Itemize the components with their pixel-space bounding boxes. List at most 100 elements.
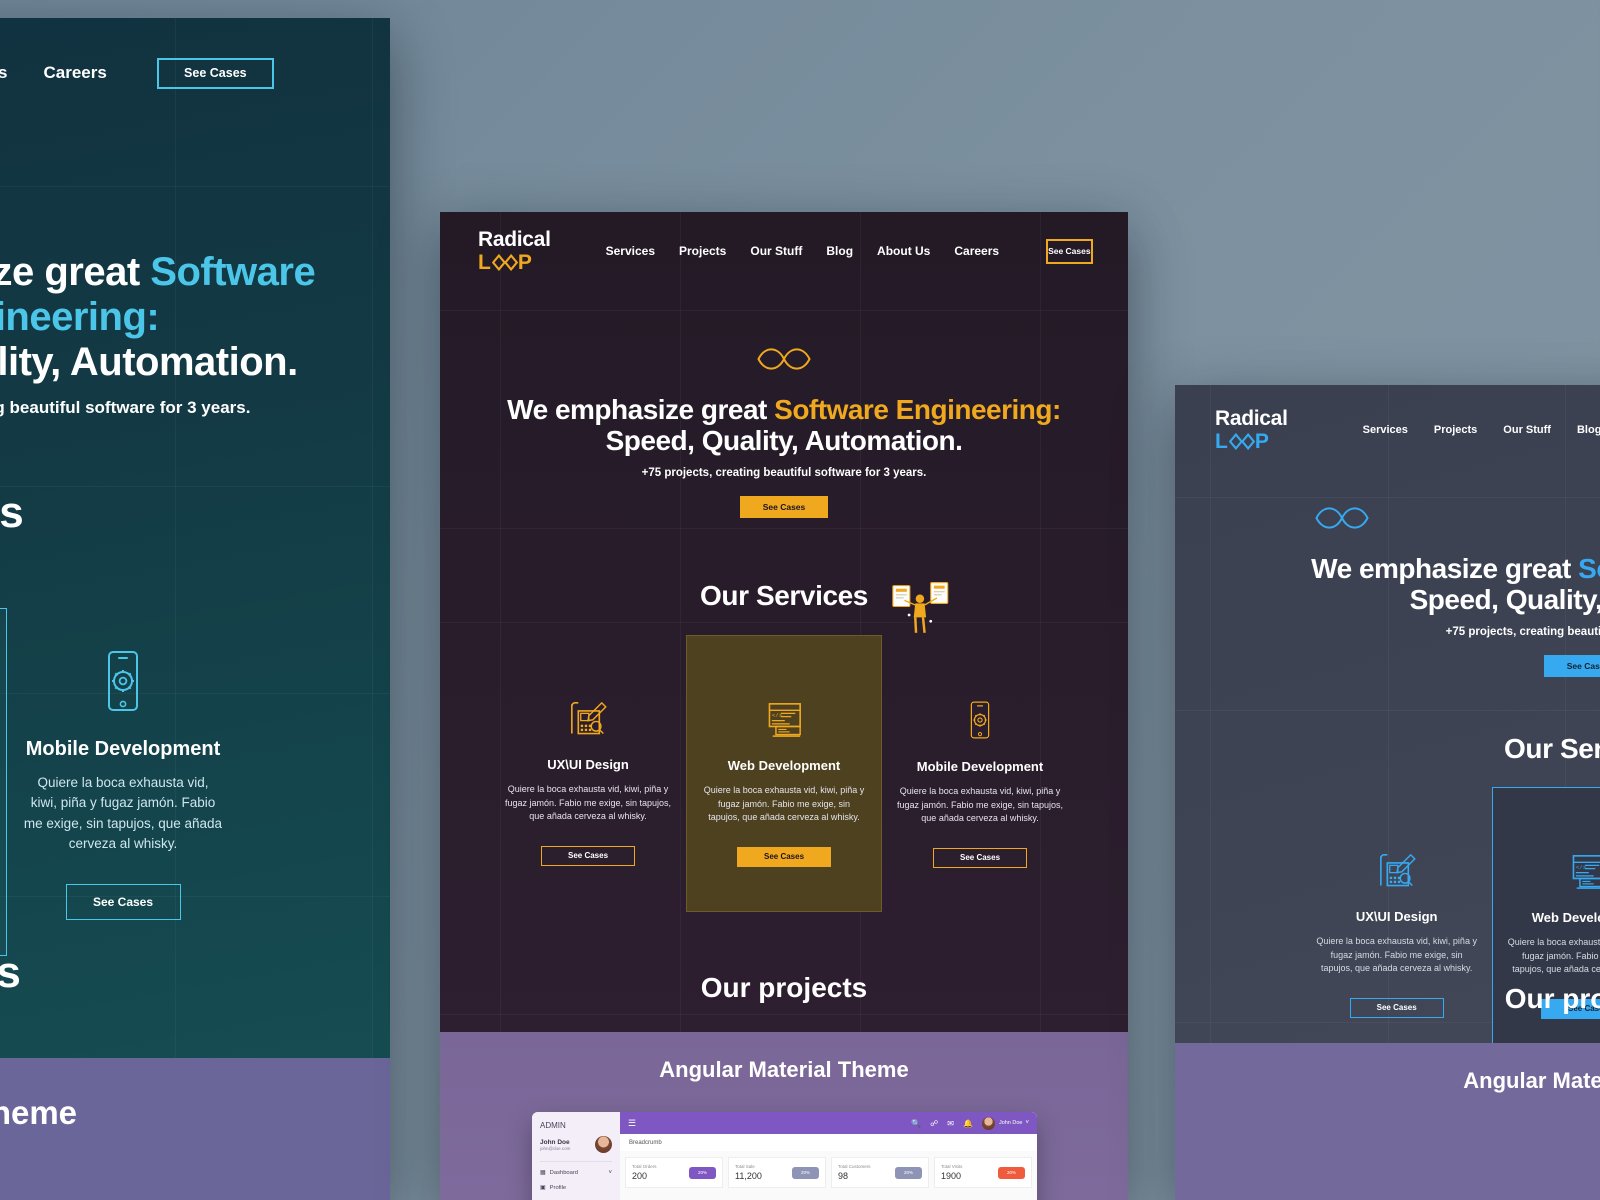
service-card-cta-web-dev[interactable]: See Cases	[737, 846, 831, 867]
services-title-center: Our Services	[700, 580, 868, 611]
dashboard-user-email: john@doe.com	[540, 1145, 571, 1151]
nav-link-careers[interactable]: Careers	[954, 244, 999, 258]
kpi-card[interactable]: Total Customers 98 20%	[831, 1157, 929, 1188]
kpi-label: Total Customers	[838, 1164, 871, 1169]
double-diamond-loop-icon	[491, 254, 518, 271]
service-card-web-dev-center[interactable]: </> Web Development Quiere la boca exhau…	[686, 635, 882, 912]
nav-link-blog[interactable]: Blog	[1577, 424, 1600, 436]
service-card-body: Quiere la boca exhausta vid, kiwi, piña …	[896, 786, 1064, 823]
dashboard-user-name: John Doe	[540, 1138, 570, 1146]
hero-title-part1: We emphasize great	[1311, 553, 1579, 584]
logo-line2: L P	[1215, 431, 1288, 452]
service-card-mobile-dev-left[interactable]: Mobile Development Quiere la boca exhaus…	[7, 608, 240, 956]
hero-subtitle-left: +75 projects, creating beautiful softwar…	[0, 398, 251, 418]
service-card-body: Quiere la boca exhausta vid, kiwi, piña …	[23, 775, 223, 851]
kpi-card[interactable]: Total Visits 1900 20%	[934, 1157, 1032, 1188]
services-cards-left: UX\UI Design Web Development Quiere la b…	[0, 608, 390, 956]
service-card-ux-ui-center[interactable]: UX\UI Design Quiere la boca exhausta vid…	[490, 651, 686, 912]
service-card-cta-mobile-dev[interactable]: See Cases	[933, 847, 1027, 868]
service-card-cta-ux-ui[interactable]: See Cases	[541, 845, 635, 866]
search-icon[interactable]: 🔍	[911, 1119, 921, 1128]
hero-title-line2: Speed, Quality, Automation.	[0, 339, 298, 384]
logo-right-letter: P	[517, 251, 533, 274]
nav-link-careers[interactable]: Careers	[44, 63, 107, 83]
kpi-badge: 20%	[895, 1166, 922, 1179]
services-title-right: Our Services	[1504, 733, 1600, 764]
nav-link-about-us[interactable]: About Us	[0, 63, 8, 83]
nav-cta-label: See Cases	[1048, 246, 1091, 256]
service-card-title: UX\UI Design	[1355, 909, 1438, 924]
hero-cta-label: See Cases	[762, 501, 806, 512]
nav-link-projects[interactable]: Projects	[1434, 424, 1477, 436]
service-card-body: Quiere la boca exhausta vid, kiwi, piña …	[1316, 936, 1477, 973]
logo-right[interactable]: Radical L P	[1215, 408, 1288, 452]
avatar[interactable]	[981, 1116, 995, 1130]
hero-left: We emphasize great Software Engineering:…	[0, 178, 390, 478]
mail-icon[interactable]: ✉	[947, 1119, 954, 1128]
person-holding-cards-illustration-center	[892, 582, 949, 633]
preview-panel-left[interactable]: Radical L P Blog About Us Careers See Ca…	[0, 18, 390, 1200]
bell-icon[interactable]: 🔔	[963, 1119, 973, 1128]
service-card-body: Quiere la boca exhausta vid, kiwi, piña …	[703, 785, 865, 822]
dashboard-main-center: ☰ 🔍 ☍ ✉ 🔔 John Doe ˅ Breadcrumb Total Or…	[620, 1112, 1037, 1200]
avatar[interactable]	[595, 1136, 612, 1153]
nav-cta-see-cases-left[interactable]: See Cases	[156, 57, 274, 89]
cast-icon[interactable]: ☍	[930, 1119, 938, 1128]
logo-left-letter: L	[478, 251, 492, 274]
service-card-mobile-dev-center[interactable]: Mobile Development Quiere la boca exhaus…	[882, 651, 1078, 912]
chevron-down-icon: ˅	[1025, 1120, 1029, 1126]
sidebar-item-profile[interactable]: ▣ Profile	[540, 1184, 612, 1192]
dashboard-breadcrumb: Breadcrumb	[620, 1134, 1037, 1151]
nav-cta-see-cases-center[interactable]: See Cases	[1046, 238, 1093, 264]
dashboard-sidebar-center: ADMIN John Doe john@doe.com ▦ Dashboard	[532, 1112, 620, 1200]
dashboard-mock-center[interactable]: ADMIN John Doe john@doe.com ▦ Dashboard	[532, 1112, 1037, 1200]
nav-link-blog[interactable]: Blog	[826, 244, 853, 258]
hero-title-line2: Speed, Quality, Automation.	[605, 425, 963, 457]
service-card-ux-ui-right[interactable]: UX\UI Design Quiere la boca exhausta vid…	[1301, 803, 1492, 1064]
hero-cta-label: See Cases	[1566, 660, 1600, 671]
nav-link-services[interactable]: Services	[606, 244, 655, 258]
preview-panel-center[interactable]: Radical L P Services Projects Our Stuff …	[440, 212, 1128, 1200]
service-card-title: Mobile Development	[25, 738, 221, 760]
hero-subtitle-right: +75 projects, creating beautiful softwar…	[1445, 625, 1600, 638]
phone-gear-icon-center	[970, 701, 990, 739]
logo-center[interactable]: Radical L P	[478, 229, 551, 273]
hero-right: We emphasize great Software Engineering:…	[1175, 497, 1600, 677]
services-cards-right: UX\UI Design Quiere la boca exhausta vid…	[1301, 787, 1600, 1064]
nav-link-our-stuff[interactable]: Our Stuff	[1503, 424, 1551, 436]
nav-link-projects[interactable]: Projects	[679, 244, 726, 258]
hero-title-right: We emphasize great Software Engineering:…	[1301, 553, 1600, 616]
nav-link-about-us[interactable]: About Us	[877, 244, 930, 258]
nav-link-services[interactable]: Services	[1363, 424, 1408, 436]
logo-right-letter: P	[1254, 430, 1270, 453]
hamburger-icon[interactable]: ☰	[628, 1118, 636, 1129]
service-card-web-dev-right[interactable]: </> Web Development Quiere la boca exhau…	[1492, 787, 1600, 1064]
monitor-icon: ▣	[540, 1185, 546, 1191]
breadcrumb: Breadcrumb	[629, 1139, 662, 1146]
service-card-cta-label: See Cases	[567, 851, 609, 860]
preview-panel-right[interactable]: Radical L P Services Projects Our Stuff …	[1175, 385, 1600, 1200]
hero-title-part1: We emphasize great	[507, 394, 775, 425]
kpi-card[interactable]: Total Orders 200 20%	[625, 1157, 723, 1188]
projects-right: Our projects Angular Material Theme	[1175, 983, 1600, 1200]
hero-cta-see-cases-center[interactable]: See Cases	[740, 495, 828, 518]
kpi-card[interactable]: Total Sale 11,200 20%	[728, 1157, 826, 1188]
navbar-center: Radical L P Services Projects Our Stuff …	[440, 222, 1128, 280]
dashboard-kpis: Total Orders 200 20% Total Sale 11,200 2…	[620, 1151, 1037, 1194]
kpi-label: Total Sale	[735, 1164, 755, 1169]
nav-link-our-stuff[interactable]: Our Stuff	[750, 244, 802, 258]
code-window-icon-right: </>	[1572, 855, 1600, 889]
wireframe-pencil-icon-center	[571, 701, 607, 735]
logo-line2: L P	[478, 252, 551, 273]
service-card-cta-left-3[interactable]: See Cases	[65, 884, 181, 920]
kpi-label: Total Visits	[941, 1164, 963, 1169]
projects-band-left: Angular Material Theme ⚲ ☍ ✉ 🔔 John Doe	[0, 1058, 390, 1200]
sidebar-item-dashboard[interactable]: ▦ Dashboard ˅	[540, 1169, 612, 1177]
hero-title-left: We emphasize great Software Engineering:…	[0, 250, 390, 384]
hero-cta-see-cases-right[interactable]: See Cases	[1544, 654, 1600, 677]
dashboard-sidebar-heading: ADMIN	[540, 1121, 566, 1130]
kpi-label: Total Orders	[632, 1164, 657, 1169]
hero-title-center: We emphasize great Software Engineering:…	[440, 394, 1128, 457]
kpi-value: 1900	[941, 1171, 962, 1181]
hero-title-accent: Software Engineering:	[1578, 553, 1600, 584]
